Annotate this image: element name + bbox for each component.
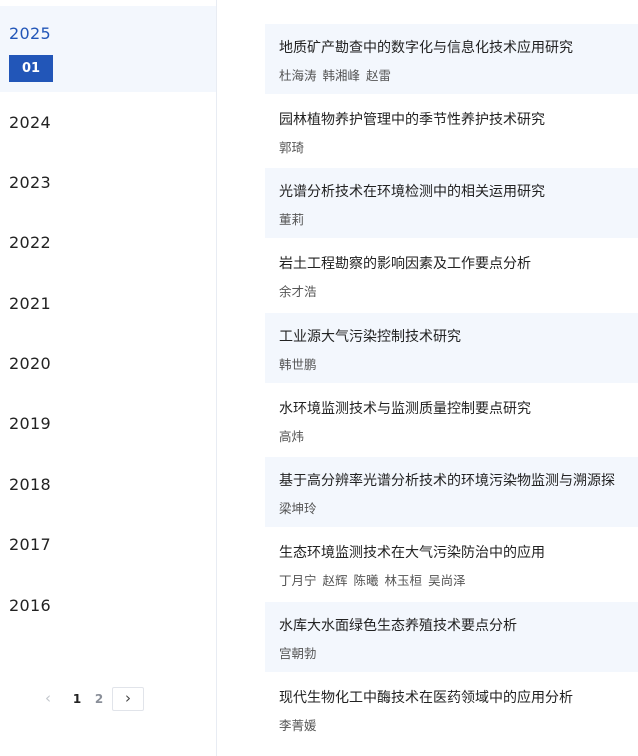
article-item[interactable]: 地质矿产勘查中的数字化与信息化技术应用研究 杜海涛 韩湘峰 赵雷 xyxy=(265,24,638,94)
issue-badge-01[interactable]: 01 xyxy=(9,55,53,82)
article-title[interactable]: 工业源大气污染控制技术研究 xyxy=(279,326,461,346)
article-title[interactable]: 水环境监测技术与监测质量控制要点研究 xyxy=(279,398,531,418)
article-title[interactable]: 园林植物养护管理中的季节性养护技术研究 xyxy=(279,109,545,129)
author-name[interactable]: 陈曦 xyxy=(354,573,379,588)
author-name[interactable]: 韩湘峰 xyxy=(323,68,361,83)
page-button-2[interactable]: 2 xyxy=(88,687,110,711)
article-title[interactable]: 现代生物化工中酶技术在医药领域中的应用分析 xyxy=(279,687,573,707)
article-authors: 梁坤玲 xyxy=(279,498,323,517)
article-item[interactable]: 基于高分辨率光谱分析技术的环境污染物监测与溯源探 梁坤玲 xyxy=(265,457,638,527)
chevron-left-icon[interactable]: ‹ xyxy=(36,687,60,711)
article-item[interactable]: 水环境监测技术与监测质量控制要点研究 高炜 xyxy=(265,385,638,455)
author-name[interactable]: 吴尚泽 xyxy=(428,573,466,588)
author-name[interactable]: 董莉 xyxy=(279,212,304,227)
article-title[interactable]: 水库大水面绿色生态养殖技术要点分析 xyxy=(279,615,517,635)
article-item[interactable]: 现代生物化工中酶技术在医药领域中的应用分析 李菁媛 xyxy=(265,674,638,744)
year-item-2018[interactable]: 2018 xyxy=(0,470,216,500)
article-item[interactable]: 园林植物养护管理中的季节性养护技术研究 郭琦 xyxy=(265,96,638,166)
article-authors: 韩世鹏 xyxy=(279,354,323,373)
author-name[interactable]: 余才浩 xyxy=(279,284,317,299)
author-name[interactable]: 赵雷 xyxy=(366,68,391,83)
article-authors: 宫朝勃 xyxy=(279,643,323,662)
article-item[interactable]: 光谱分析技术在环境检测中的相关运用研究 董莉 xyxy=(265,168,638,238)
article-item[interactable]: 工业源大气污染控制技术研究 韩世鹏 xyxy=(265,313,638,383)
page-button-1[interactable]: 1 xyxy=(66,687,88,711)
year-label[interactable]: 2023 xyxy=(9,173,51,192)
article-title[interactable]: 地质矿产勘查中的数字化与信息化技术应用研究 xyxy=(279,37,573,57)
article-authors: 李菁媛 xyxy=(279,715,323,734)
year-label[interactable]: 2018 xyxy=(9,475,51,494)
author-name[interactable]: 韩世鹏 xyxy=(279,357,317,372)
article-item[interactable]: 水库大水面绿色生态养殖技术要点分析 宫朝勃 xyxy=(265,602,638,672)
year-sidebar: 2025 01 2024 2023 2022 2021 2020 2019 20… xyxy=(0,0,217,756)
author-name[interactable]: 宫朝勃 xyxy=(279,646,317,661)
year-label[interactable]: 2016 xyxy=(9,596,51,615)
pagination: ‹ 1 2 › xyxy=(36,687,176,711)
article-item[interactable]: 生态环境监测技术在大气污染防治中的应用 丁月宁 赵辉 陈曦 林玉桓 吴尚泽 xyxy=(265,529,638,599)
year-item-2020[interactable]: 2020 xyxy=(0,349,216,379)
year-label[interactable]: 2019 xyxy=(9,414,51,433)
article-title[interactable]: 岩土工程勘察的影响因素及工作要点分析 xyxy=(279,253,531,273)
article-title[interactable]: 光谱分析技术在环境检测中的相关运用研究 xyxy=(279,181,545,201)
article-authors: 杜海涛 韩湘峰 赵雷 xyxy=(279,65,397,84)
author-name[interactable]: 丁月宁 xyxy=(279,573,317,588)
year-label[interactable]: 2017 xyxy=(9,535,51,554)
year-label[interactable]: 2024 xyxy=(9,113,51,132)
year-item-2016[interactable]: 2016 xyxy=(0,591,216,621)
year-item-2022[interactable]: 2022 xyxy=(0,228,216,258)
author-name[interactable]: 梁坤玲 xyxy=(279,501,317,516)
year-label-active[interactable]: 2025 xyxy=(9,24,51,43)
year-label[interactable]: 2020 xyxy=(9,354,51,373)
article-authors: 丁月宁 赵辉 陈曦 林玉桓 吴尚泽 xyxy=(279,570,472,589)
year-item-2017[interactable]: 2017 xyxy=(0,530,216,560)
year-item-2023[interactable]: 2023 xyxy=(0,168,216,198)
author-name[interactable]: 杜海涛 xyxy=(279,68,317,83)
year-item-2025[interactable]: 2025 01 xyxy=(0,6,216,92)
year-item-2019[interactable]: 2019 xyxy=(0,409,216,439)
article-item[interactable]: 岩土工程勘察的影响因素及工作要点分析 余才浩 xyxy=(265,240,638,310)
article-authors: 高炜 xyxy=(279,426,310,445)
author-name[interactable]: 李菁媛 xyxy=(279,718,317,733)
author-name[interactable]: 赵辉 xyxy=(323,573,348,588)
author-name[interactable]: 林玉桓 xyxy=(385,573,423,588)
article-authors: 余才浩 xyxy=(279,281,323,300)
author-name[interactable]: 郭琦 xyxy=(279,140,304,155)
year-item-2021[interactable]: 2021 xyxy=(0,289,216,319)
article-authors: 郭琦 xyxy=(279,137,310,156)
article-title[interactable]: 基于高分辨率光谱分析技术的环境污染物监测与溯源探 xyxy=(279,470,615,490)
chevron-right-icon[interactable]: › xyxy=(112,687,144,711)
article-title[interactable]: 生态环境监测技术在大气污染防治中的应用 xyxy=(279,542,545,562)
year-item-2024[interactable]: 2024 xyxy=(0,108,216,138)
article-authors: 董莉 xyxy=(279,209,310,228)
year-label[interactable]: 2022 xyxy=(9,233,51,252)
year-label[interactable]: 2021 xyxy=(9,294,51,313)
author-name[interactable]: 高炜 xyxy=(279,429,304,444)
